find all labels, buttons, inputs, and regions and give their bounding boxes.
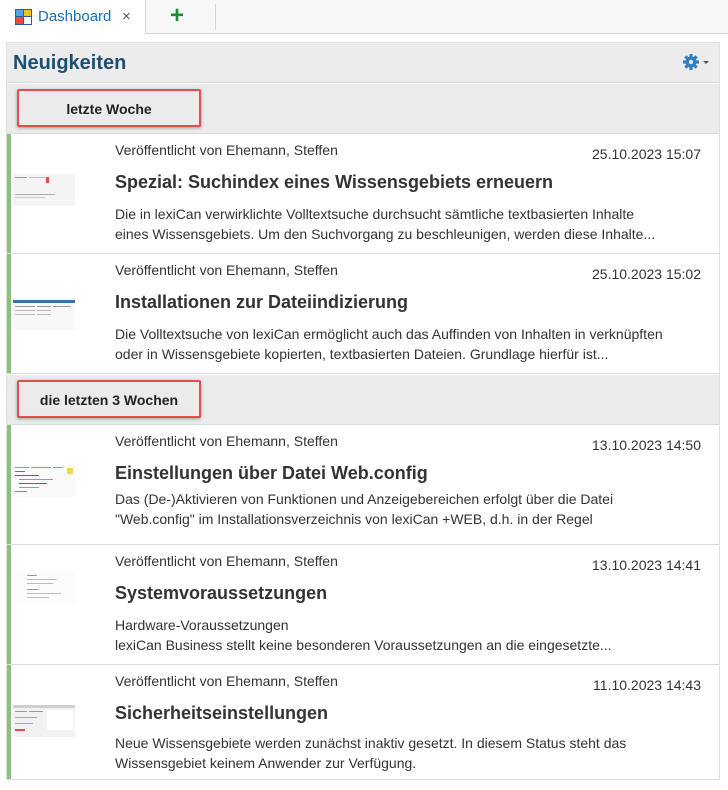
tab-dashboard[interactable]: Dashboard ×	[0, 0, 146, 34]
item-accent-bar	[7, 425, 11, 544]
item-author: Veröffentlicht von Ehemann, Steffen	[115, 673, 338, 689]
news-item[interactable]: Veröffentlicht von Ehemann, Steffen 13.1…	[7, 425, 719, 545]
item-author: Veröffentlicht von Ehemann, Steffen	[115, 433, 338, 449]
panel-title: Neuigkeiten	[13, 52, 127, 74]
item-description-line: Hardware-Voraussetzungen	[115, 617, 289, 633]
item-thumbnail	[13, 571, 75, 603]
item-description-line: Neue Wissensgebiete werden zunächst inak…	[115, 735, 627, 751]
item-description-line: lexiCan Business stellt keine besonderen…	[115, 637, 612, 653]
item-description: Die in lexiCan verwirklichte Volltextsuc…	[115, 204, 705, 244]
item-date: 13.10.2023 14:50	[592, 437, 701, 453]
item-thumbnail	[13, 465, 75, 497]
item-description: Das (De-)Aktivieren von Funktionen und A…	[115, 489, 705, 529]
tab-label: Dashboard	[38, 8, 112, 25]
item-title[interactable]: Installationen zur Dateiindizierung	[115, 292, 408, 313]
group-last-week: letzte Woche	[7, 84, 719, 134]
group-label: letzte Woche	[66, 101, 152, 117]
item-accent-bar	[7, 254, 11, 373]
news-panel: Neuigkeiten letzte Woche Veröffentlicht …	[6, 42, 720, 780]
item-author: Veröffentlicht von Ehemann, Steffen	[115, 142, 338, 158]
close-icon[interactable]: ×	[122, 8, 131, 25]
item-title[interactable]: Spezial: Suchindex eines Wissensgebiets …	[115, 172, 553, 193]
news-item[interactable]: Veröffentlicht von Ehemann, Steffen 11.1…	[7, 665, 719, 779]
news-item[interactable]: Veröffentlicht von Ehemann, Steffen 25.1…	[7, 134, 719, 254]
group-last-3-weeks: die letzten 3 Wochen	[7, 375, 719, 425]
item-accent-bar	[7, 134, 11, 253]
add-tab-button[interactable]: +	[170, 4, 184, 28]
item-description-line: Die in lexiCan verwirklichte Volltextsuc…	[115, 206, 635, 222]
gear-icon[interactable]	[681, 52, 711, 72]
item-description-line: eines Wissensgebiets. Um den Suchvorgang…	[115, 226, 656, 242]
item-title[interactable]: Systemvoraussetzungen	[115, 583, 327, 604]
item-thumbnail	[13, 174, 75, 206]
item-date: 13.10.2023 14:41	[592, 557, 701, 573]
item-description-line: Wissensgebiet keinem Anwender zur Verfüg…	[115, 755, 417, 771]
item-description: Neue Wissensgebiete werden zunächst inak…	[115, 733, 705, 773]
item-description: Hardware-Voraussetzungen lexiCan Busines…	[115, 615, 705, 655]
panel-header: Neuigkeiten	[7, 43, 719, 83]
item-description: Die Volltextsuche von lexiCan ermöglicht…	[115, 324, 705, 364]
item-title[interactable]: Einstellungen über Datei Web.config	[115, 463, 428, 484]
tab-bar: Dashboard × +	[0, 0, 728, 34]
news-item[interactable]: Veröffentlicht von Ehemann, Steffen 13.1…	[7, 545, 719, 665]
item-author: Veröffentlicht von Ehemann, Steffen	[115, 262, 338, 278]
item-description-line: Die Volltextsuche von lexiCan ermöglicht…	[115, 326, 663, 342]
item-accent-bar	[7, 545, 11, 664]
item-date: 11.10.2023 14:43	[593, 677, 701, 693]
tab-separator	[215, 4, 216, 30]
item-accent-bar	[7, 665, 11, 779]
group-label: die letzten 3 Wochen	[39, 392, 179, 408]
item-thumbnail	[13, 298, 75, 330]
dashboard-icon	[15, 9, 32, 25]
item-date: 25.10.2023 15:02	[592, 266, 701, 282]
news-item[interactable]: Veröffentlicht von Ehemann, Steffen 25.1…	[7, 254, 719, 374]
item-description-line: Das (De-)Aktivieren von Funktionen und A…	[115, 491, 614, 507]
item-date: 25.10.2023 15:07	[592, 146, 701, 162]
group-label-box: letzte Woche	[17, 89, 201, 127]
item-author: Veröffentlicht von Ehemann, Steffen	[115, 553, 338, 569]
group-label-box: die letzten 3 Wochen	[17, 380, 201, 418]
item-title[interactable]: Sicherheitseinstellungen	[115, 703, 328, 724]
item-description-line: "Web.config" im Installationsverzeichnis…	[115, 511, 593, 527]
item-thumbnail	[13, 705, 75, 737]
item-description-line: oder in Wissensgebiete kopierten, textba…	[115, 346, 609, 362]
